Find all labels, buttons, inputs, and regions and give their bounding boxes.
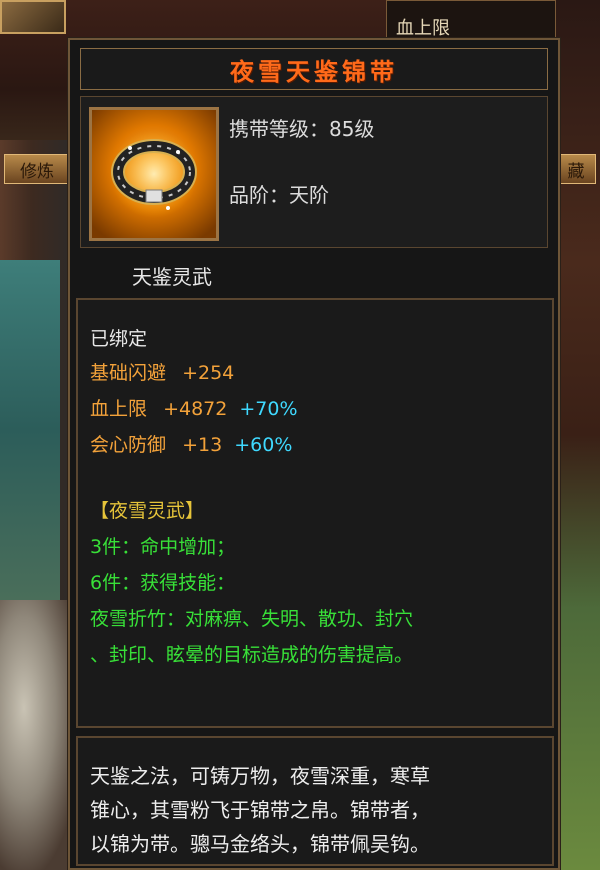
set-bonus-6: 6件：获得技能： — [90, 572, 236, 594]
belt-icon — [110, 130, 198, 218]
flavor-text-line: 天鉴之法，可铸万物，夜雪深重，寒草 — [90, 764, 430, 788]
set-bonus-3: 3件：命中增加； — [90, 536, 236, 558]
character-avatar[interactable] — [0, 0, 66, 34]
item-header-panel: 携带等级：85级 品阶：天阶 — [80, 96, 548, 248]
item-icon-frame — [89, 107, 219, 241]
item-tooltip: 夜雪天鉴锦带 携带等级：85级 品阶：天阶 天鉴灵武 已绑定 基础闪避 +254… — [68, 38, 560, 870]
skill-description-line-2: 、封印、眩晕的目标造成的伤害提高。 — [90, 644, 414, 666]
flavor-text-panel: 天鉴之法，可铸万物，夜雪深重，寒草 锥心，其雪粉飞于锦带之帛。锦带者， 以锦为带… — [76, 736, 554, 866]
attribute-row: 会心防御 +13 +60% — [90, 430, 292, 457]
attribute-value: +4872 — [163, 398, 228, 420]
flavor-text-line: 以锦为带。骢马金络头，锦带佩吴钩。 — [90, 832, 430, 856]
tooltip-title-bar: 夜雪天鉴锦带 — [80, 48, 548, 90]
item-name: 夜雪天鉴锦带 — [230, 57, 398, 86]
hide-button[interactable]: 藏 — [556, 154, 596, 184]
attribute-name: 会心防御 — [90, 434, 167, 456]
attribute-name: 基础闪避 — [90, 362, 167, 384]
attribute-value: +13 — [182, 434, 223, 456]
set-group-name: 天鉴灵武 — [132, 264, 212, 289]
hp-stat-label: 血上限 — [396, 18, 450, 39]
attribute-row: 血上限 +4872 +70% — [90, 394, 298, 421]
set-group-row: 天鉴灵武 — [80, 256, 548, 294]
attribute-row: 基础闪避 +254 — [90, 358, 234, 385]
game-scene-wall — [0, 260, 60, 600]
cultivate-button[interactable]: 修炼 — [4, 154, 70, 184]
attribute-bonus: +70% — [239, 398, 298, 420]
attribute-value: +254 — [182, 362, 235, 384]
carry-level: 携带等级：85级 — [229, 117, 375, 141]
bound-status: 已绑定 — [90, 328, 148, 350]
attribute-name: 血上限 — [90, 398, 148, 420]
attribute-bonus: +60% — [234, 434, 293, 456]
skill-description-line-1: 夜雪折竹：对麻痹、失明、散功、封穴 — [90, 608, 414, 630]
flavor-text-line: 锥心，其雪粉飞于锦带之帛。锦带者， — [90, 798, 430, 822]
set-name: 【夜雪灵武】 — [90, 500, 205, 522]
item-grade: 品阶：天阶 — [229, 183, 329, 207]
attribute-panel: 已绑定 基础闪避 +254 血上限 +4872 +70% 会心防御 +13 +6… — [76, 298, 554, 728]
